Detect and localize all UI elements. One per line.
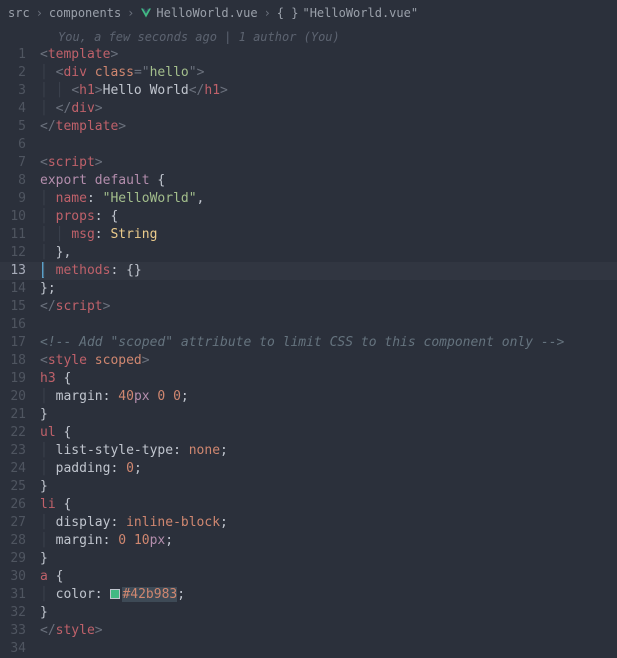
code-line[interactable]: 15</script> <box>0 298 617 316</box>
code-line[interactable]: 2│ <div class="hello"> <box>0 64 617 82</box>
breadcrumb-file-label: HelloWorld.vue <box>156 4 257 22</box>
code-line[interactable]: 11│ │ msg: String <box>0 226 617 244</box>
code-line[interactable]: 32} <box>0 604 617 622</box>
line-number: 22 <box>0 424 40 442</box>
line-number: 20 <box>0 388 40 406</box>
code-line[interactable]: 17<!-- Add "scoped" attribute to limit C… <box>0 334 617 352</box>
code-line[interactable]: 26li { <box>0 496 617 514</box>
line-number: 2 <box>0 64 40 82</box>
code-line[interactable]: 3│ │ <h1>Hello World</h1> <box>0 82 617 100</box>
code-line[interactable]: 33</style> <box>0 622 617 640</box>
line-number: 34 <box>0 640 40 658</box>
code-line[interactable]: 19h3 { <box>0 370 617 388</box>
line-number: 32 <box>0 604 40 622</box>
code-line[interactable]: 4│ </div> <box>0 100 617 118</box>
line-number: 18 <box>0 352 40 370</box>
code-line[interactable]: 9│ name: "HelloWorld", <box>0 190 617 208</box>
line-number: 13 <box>0 262 40 280</box>
line-number: 17 <box>0 334 40 352</box>
code-line[interactable]: 23│ list-style-type: none; <box>0 442 617 460</box>
code-line[interactable]: 8export default { <box>0 172 617 190</box>
breadcrumb: src › components › HelloWorld.vue › { } … <box>0 0 617 26</box>
breadcrumb-seg-symbol[interactable]: { } "HelloWorld.vue" <box>277 4 418 22</box>
code-line[interactable]: 16 <box>0 316 617 334</box>
line-number: 33 <box>0 622 40 640</box>
code-line[interactable]: 28│ margin: 0 10px; <box>0 532 617 550</box>
code-line[interactable]: 31│ color: #42b983; <box>0 586 617 604</box>
code-line[interactable]: 30a { <box>0 568 617 586</box>
code-line[interactable]: 1<template> <box>0 46 617 64</box>
braces-icon: { } <box>277 4 299 22</box>
line-number: 8 <box>0 172 40 190</box>
code-line[interactable]: 24│ padding: 0; <box>0 460 617 478</box>
code-editor[interactable]: 1<template> 2│ <div class="hello"> 3│ │ … <box>0 46 617 658</box>
code-line[interactable]: 6 <box>0 136 617 154</box>
breadcrumb-symbol-label: "HelloWorld.vue" <box>302 4 418 22</box>
chevron-right-icon: › <box>264 4 271 22</box>
line-number: 19 <box>0 370 40 388</box>
line-number: 31 <box>0 586 40 604</box>
code-line[interactable]: 12│ }, <box>0 244 617 262</box>
code-line[interactable]: 25} <box>0 478 617 496</box>
line-number: 21 <box>0 406 40 424</box>
line-number: 1 <box>0 46 40 64</box>
code-line[interactable]: 7<script> <box>0 154 617 172</box>
line-number: 16 <box>0 316 40 334</box>
line-number: 23 <box>0 442 40 460</box>
code-line[interactable]: 34 <box>0 640 617 658</box>
line-number: 30 <box>0 568 40 586</box>
line-number: 14 <box>0 280 40 298</box>
breadcrumb-seg-components[interactable]: components <box>49 4 121 22</box>
code-line[interactable]: 22ul { <box>0 424 617 442</box>
code-line-current[interactable]: 13│ methods: {} <box>0 262 617 280</box>
code-line[interactable]: 27│ display: inline-block; <box>0 514 617 532</box>
line-number: 15 <box>0 298 40 316</box>
line-number: 7 <box>0 154 40 172</box>
code-line[interactable]: 14}; <box>0 280 617 298</box>
git-blame-annotation: You, a few seconds ago | 1 author (You) <box>0 28 617 46</box>
breadcrumb-seg-file[interactable]: HelloWorld.vue <box>140 4 257 22</box>
code-line[interactable]: 21} <box>0 406 617 424</box>
code-line[interactable]: 29} <box>0 550 617 568</box>
code-line[interactable]: 10│ props: { <box>0 208 617 226</box>
code-line[interactable]: 18<style scoped> <box>0 352 617 370</box>
line-number: 9 <box>0 190 40 208</box>
line-number: 27 <box>0 514 40 532</box>
vue-icon <box>140 7 152 19</box>
chevron-right-icon: › <box>36 4 43 22</box>
chevron-right-icon: › <box>127 4 134 22</box>
line-number: 3 <box>0 82 40 100</box>
line-number: 28 <box>0 532 40 550</box>
code-line[interactable]: 5</template> <box>0 118 617 136</box>
code-line[interactable]: 20│ margin: 40px 0 0; <box>0 388 617 406</box>
line-number: 12 <box>0 244 40 262</box>
line-number: 26 <box>0 496 40 514</box>
color-swatch-icon[interactable] <box>110 589 120 599</box>
line-number: 25 <box>0 478 40 496</box>
line-number: 10 <box>0 208 40 226</box>
line-number: 11 <box>0 226 40 244</box>
line-number: 4 <box>0 100 40 118</box>
line-number: 5 <box>0 118 40 136</box>
line-number: 24 <box>0 460 40 478</box>
line-number: 6 <box>0 136 40 154</box>
line-number: 29 <box>0 550 40 568</box>
breadcrumb-seg-src[interactable]: src <box>8 4 30 22</box>
